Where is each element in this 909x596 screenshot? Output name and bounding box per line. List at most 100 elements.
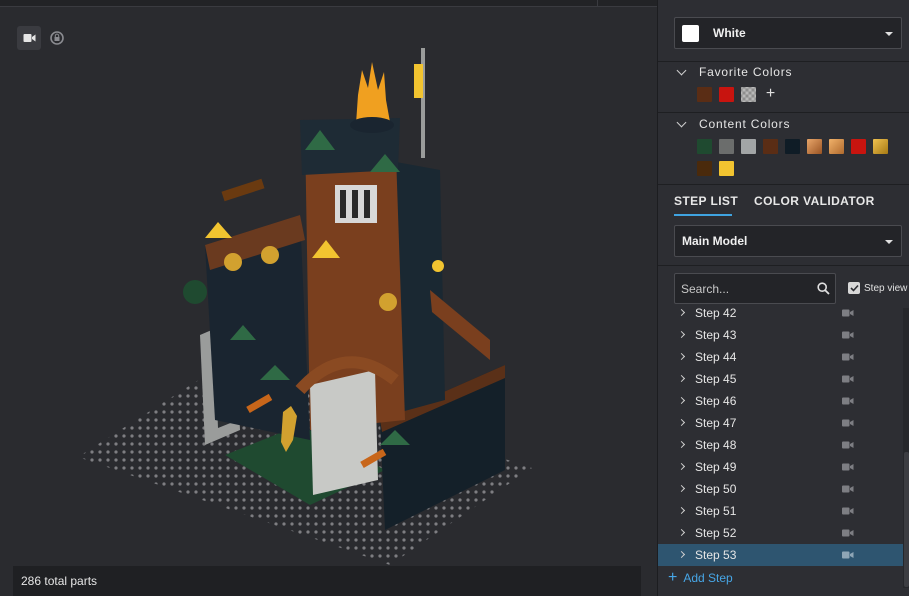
add-favorite-color-icon[interactable]: + <box>763 86 778 102</box>
selected-color-label: White <box>713 26 746 40</box>
step-row-selected[interactable]: Step 53 <box>658 544 903 566</box>
camera-icon[interactable] <box>842 309 854 317</box>
step-search-input[interactable] <box>681 281 811 297</box>
divider <box>658 265 909 266</box>
step-list-scrollbar-thumb[interactable] <box>904 452 909 587</box>
color-swatch-pearl-copper[interactable] <box>829 139 844 154</box>
tab-color-validator[interactable]: COLOR VALIDATOR <box>754 194 875 208</box>
chevron-right-icon[interactable] <box>677 396 686 405</box>
color-swatch-brown[interactable] <box>697 87 712 102</box>
camera-icon[interactable] <box>842 331 854 339</box>
color-dropdown[interactable]: White <box>674 17 902 49</box>
add-step-label: Add Step <box>683 571 733 585</box>
camera-icon[interactable] <box>842 353 854 361</box>
camera-icon[interactable] <box>842 397 854 405</box>
color-swatch-copper[interactable] <box>807 139 822 154</box>
search-icon[interactable] <box>817 282 830 295</box>
step-label: Step 44 <box>695 350 737 364</box>
camera-icon[interactable] <box>842 419 854 427</box>
window-bar <box>340 190 346 218</box>
step-row[interactable]: Step 48 <box>658 434 903 456</box>
chevron-right-icon[interactable] <box>677 528 686 537</box>
step-label: Step 52 <box>695 526 737 540</box>
chevron-right-icon[interactable] <box>677 374 686 383</box>
chevron-right-icon[interactable] <box>677 550 686 559</box>
window-bar <box>352 190 358 218</box>
add-step-button[interactable]: + Add Step <box>668 569 733 586</box>
camera-icon[interactable] <box>842 551 854 559</box>
parts-status-bar: 286 total parts <box>13 566 641 596</box>
tab-step-list[interactable]: STEP LIST <box>674 194 738 208</box>
chevron-right-icon[interactable] <box>677 506 686 515</box>
chevron-right-icon[interactable] <box>677 484 686 493</box>
step-row[interactable]: Step 45 <box>658 368 903 390</box>
step-label: Step 43 <box>695 328 737 342</box>
step-label: Step 51 <box>695 504 737 518</box>
step-row[interactable]: Step 50 <box>658 478 903 500</box>
dropdown-caret-icon <box>885 32 893 36</box>
step-row[interactable]: Step 44 <box>658 346 903 368</box>
step-row[interactable]: Step 52 <box>658 522 903 544</box>
step-row[interactable]: Step 46 <box>658 390 903 412</box>
step-row[interactable]: Step 47 <box>658 412 903 434</box>
camera-icon[interactable] <box>842 441 854 449</box>
selected-color-swatch <box>682 24 699 42</box>
color-swatch-black[interactable] <box>785 139 800 154</box>
gold-cone <box>205 222 232 238</box>
color-swatch-yellow[interactable] <box>719 161 734 176</box>
checkmark-icon <box>849 284 859 292</box>
step-label: Step 45 <box>695 372 737 386</box>
chevron-right-icon[interactable] <box>677 462 686 471</box>
3d-viewport[interactable]: 286 total parts <box>0 0 657 596</box>
camera-icon[interactable] <box>842 485 854 493</box>
step-row[interactable]: Step 43 <box>658 324 903 346</box>
chevron-right-icon[interactable] <box>677 330 686 339</box>
lego-model-render[interactable] <box>0 0 657 596</box>
content-colors-header[interactable]: Content Colors <box>676 117 791 131</box>
step-row[interactable]: Step 51 <box>658 500 903 522</box>
camera-icon[interactable] <box>842 507 854 515</box>
rotate-lock-icon <box>50 31 64 45</box>
step-view-toggle[interactable]: Step view <box>848 282 907 294</box>
favorite-colors-swatches: + <box>697 86 897 109</box>
chevron-right-icon[interactable] <box>677 418 686 427</box>
plus-icon: + <box>668 569 678 586</box>
content-colors-swatches <box>697 139 897 183</box>
tree-leaves <box>183 280 207 304</box>
portcullis-gate <box>310 370 378 495</box>
color-swatch-dark-brown[interactable] <box>697 161 712 176</box>
chevron-right-icon[interactable] <box>677 308 686 317</box>
chevron-right-icon[interactable] <box>677 352 686 361</box>
color-swatch-brown[interactable] <box>763 139 778 154</box>
total-parts-count: 286 total parts <box>21 574 98 588</box>
app-root: 286 total parts White Favorite Colors + … <box>0 0 909 596</box>
color-swatch-red[interactable] <box>851 139 866 154</box>
step-row[interactable]: Step 49 <box>658 456 903 478</box>
color-swatch-gold[interactable] <box>873 139 888 154</box>
active-tab-indicator <box>674 214 732 216</box>
rotate-lock-button[interactable] <box>45 26 69 50</box>
camera-button[interactable] <box>17 26 41 50</box>
color-swatch-light-grey[interactable] <box>741 139 756 154</box>
color-swatch-dark-grey[interactable] <box>719 139 734 154</box>
camera-icon[interactable] <box>842 375 854 383</box>
camera-icon[interactable] <box>842 463 854 471</box>
step-label: Step 42 <box>695 308 737 320</box>
divider <box>658 112 909 113</box>
color-swatch-transparent[interactable] <box>741 87 756 102</box>
step-label: Step 50 <box>695 482 737 496</box>
gold-stud <box>432 260 444 272</box>
favorite-colors-header[interactable]: Favorite Colors <box>676 65 792 79</box>
camera-icon[interactable] <box>842 529 854 537</box>
content-colors-title: Content Colors <box>699 117 791 131</box>
color-swatch-red[interactable] <box>719 87 734 102</box>
model-dropdown[interactable]: Main Model <box>674 225 902 257</box>
shield <box>224 253 242 271</box>
dropdown-caret-icon <box>885 240 893 244</box>
step-view-checkbox[interactable] <box>848 282 860 294</box>
hammer <box>221 178 265 202</box>
step-label: Step 49 <box>695 460 737 474</box>
step-row[interactable]: Step 42 <box>658 308 903 324</box>
color-swatch-dark-green[interactable] <box>697 139 712 154</box>
chevron-right-icon[interactable] <box>677 440 686 449</box>
